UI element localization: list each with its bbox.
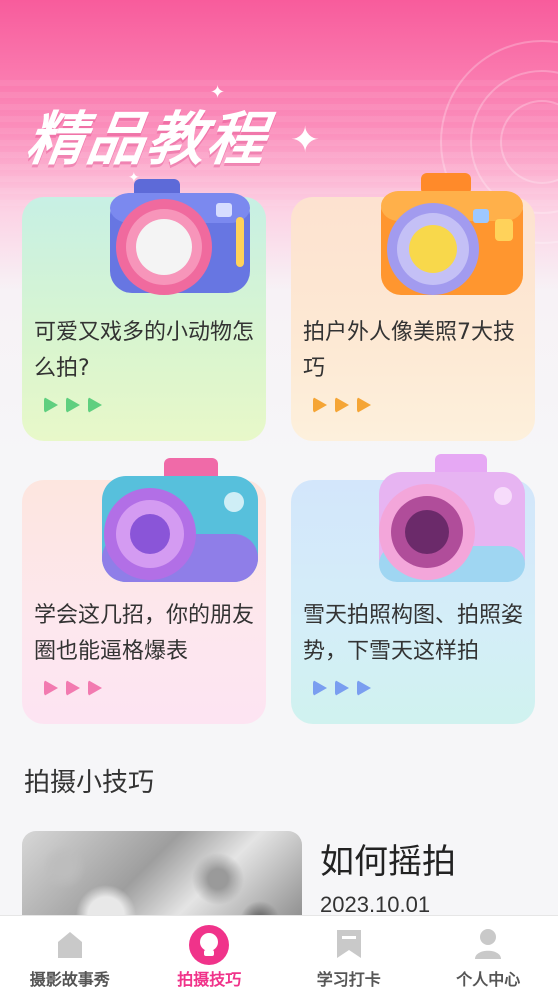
sparkle-icon: ✦ (290, 120, 320, 161)
play-icon (88, 680, 102, 696)
tab-shooting-tips[interactable]: 拍摄技巧 (140, 916, 280, 993)
camera-icon (98, 454, 262, 588)
camera-icon (377, 169, 527, 301)
play-icon (44, 680, 58, 696)
tab-story-show[interactable]: 摄影故事秀 (0, 916, 140, 993)
play-icon (357, 680, 371, 696)
play-indicator (313, 680, 371, 696)
card-title: 学会这几招，你的朋友圈也能逼格爆表 (34, 598, 256, 670)
play-icon (335, 680, 349, 696)
sparkle-icon: ✦ (210, 82, 225, 103)
tab-label: 个人中心 (419, 966, 558, 990)
bookmark-icon (334, 928, 364, 960)
play-icon (66, 680, 80, 696)
play-indicator (313, 397, 371, 413)
play-indicator (44, 680, 102, 696)
play-icon (66, 397, 80, 413)
tab-label: 摄影故事秀 (0, 966, 140, 990)
tutorial-card[interactable]: 拍户外人像美照7大技巧 (291, 197, 535, 441)
tutorial-card[interactable]: 可爱又戏多的小动物怎么拍? (22, 197, 266, 441)
tip-title[interactable]: 如何摇拍 (320, 834, 456, 883)
page-title: 精品教程 (22, 92, 274, 176)
user-icon (473, 928, 503, 960)
card-title: 拍户外人像美照7大技巧 (303, 315, 525, 387)
home-icon (54, 928, 86, 960)
tab-label: 学习打卡 (279, 966, 419, 990)
tab-label: 拍摄技巧 (140, 966, 280, 990)
play-indicator (44, 397, 102, 413)
tutorial-card[interactable]: 雪天拍照构图、拍照姿势，下雪天这样拍 (291, 480, 535, 724)
card-title: 可爱又戏多的小动物怎么拍? (34, 315, 256, 387)
tab-study-checkin[interactable]: 学习打卡 (279, 916, 419, 993)
bottom-tab-bar: 摄影故事秀 拍摄技巧 学习打卡 个人中心 (0, 915, 558, 993)
play-icon (357, 397, 371, 413)
play-icon (88, 397, 102, 413)
play-icon (313, 680, 327, 696)
card-title: 雪天拍照构图、拍照姿势，下雪天这样拍 (303, 598, 525, 670)
lightbulb-icon (188, 924, 230, 966)
camera-icon (375, 450, 529, 588)
tab-profile[interactable]: 个人中心 (419, 916, 558, 993)
tutorial-card[interactable]: 学会这几招，你的朋友圈也能逼格爆表 (22, 480, 266, 724)
section-title: 拍摄小技巧 (24, 762, 154, 799)
play-icon (44, 397, 58, 413)
play-icon (335, 397, 349, 413)
play-icon (313, 397, 327, 413)
camera-icon (104, 177, 256, 299)
